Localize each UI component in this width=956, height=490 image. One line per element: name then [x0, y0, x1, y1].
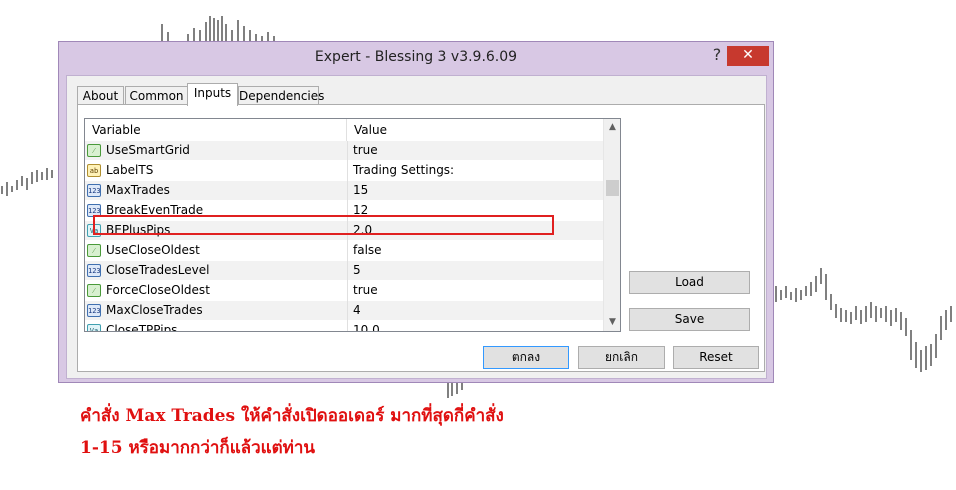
variable-name: CloseTradesLevel	[106, 263, 210, 277]
grid-row-usesmartgrid[interactable]: ⁄ UseSmartGrid true	[85, 141, 603, 161]
integer-icon: 123	[87, 304, 101, 317]
bool-icon: ⁄	[87, 284, 101, 297]
variable-name: UseCloseOldest	[106, 243, 200, 257]
variable-name: ForceCloseOldest	[106, 283, 210, 297]
variable-value[interactable]: 4	[353, 303, 361, 317]
column-header-value[interactable]: Value	[347, 119, 603, 141]
grid-row-forcecloseoldest[interactable]: ⁄ ForceCloseOldest true	[85, 281, 603, 301]
scroll-down-icon[interactable]: ▼	[604, 314, 620, 331]
grid-header: Variable Value	[85, 119, 603, 142]
variable-value[interactable]: false	[353, 243, 382, 257]
scroll-up-icon[interactable]: ▲	[604, 119, 620, 136]
chart-candles-right	[775, 268, 952, 372]
variable-value[interactable]: Trading Settings:	[353, 163, 454, 177]
column-separator	[347, 321, 348, 331]
integer-icon: 123	[87, 184, 101, 197]
column-separator	[347, 281, 348, 301]
vertical-scrollbar[interactable]: ▲ ▼	[603, 119, 620, 331]
variable-value[interactable]: true	[353, 143, 378, 157]
column-separator	[347, 301, 348, 321]
column-header-variable[interactable]: Variable	[85, 119, 347, 141]
reset-button[interactable]: Reset	[673, 346, 759, 369]
load-button[interactable]: Load	[629, 271, 750, 294]
ok-button[interactable]: ตกลง	[483, 346, 569, 369]
tab-common[interactable]: Common	[125, 86, 188, 105]
bool-icon: ⁄	[87, 144, 101, 157]
integer-icon: 123	[87, 264, 101, 277]
column-separator	[347, 261, 348, 281]
expert-properties-dialog: Expert - Blessing 3 v3.9.6.09 ? ✕ About …	[58, 41, 774, 383]
window-title: Expert - Blessing 3 v3.9.6.09	[314, 49, 518, 65]
chart-candles-top	[161, 16, 275, 41]
variable-name: MaxTrades	[106, 183, 170, 197]
chart-candles-bottom	[447, 383, 463, 398]
column-separator	[347, 141, 348, 161]
tab-about[interactable]: About	[77, 86, 124, 105]
grid-row-closetradeslevel[interactable]: 123 CloseTradesLevel 5	[85, 261, 603, 281]
variable-name: MaxCloseTrades	[106, 303, 203, 317]
column-separator	[347, 181, 348, 201]
variable-value[interactable]: 5	[353, 263, 361, 277]
cancel-button[interactable]: ยกเลิก	[578, 346, 665, 369]
caption-line-1: คำสั่ง Max Trades ให้คำสั่งเปิดออเดอร์ ม…	[80, 406, 504, 426]
variable-name: CloseTPPips	[106, 323, 178, 332]
title-bar[interactable]: Expert - Blessing 3 v3.9.6.09 ? ✕	[59, 42, 773, 74]
grid-row-maxclosetrades[interactable]: 123 MaxCloseTrades 4	[85, 301, 603, 321]
maxtrades-highlight-box	[93, 215, 554, 235]
tab-inputs[interactable]: Inputs	[187, 83, 238, 106]
variable-name: UseSmartGrid	[106, 143, 190, 157]
column-separator	[347, 161, 348, 181]
variable-value[interactable]: 10.0	[353, 323, 380, 331]
double-icon: Va	[87, 324, 101, 331]
column-separator	[347, 241, 348, 261]
variable-value[interactable]: 15	[353, 183, 368, 197]
variable-name: LabelTS	[106, 163, 154, 177]
chart-candles-left	[1, 168, 53, 196]
grid-row-closetppips[interactable]: Va CloseTPPips 10.0	[85, 321, 603, 332]
bool-icon: ⁄	[87, 244, 101, 257]
string-icon: ab	[87, 164, 101, 177]
grid-row-usecloseoldest[interactable]: ⁄ UseCloseOldest false	[85, 241, 603, 261]
variable-value[interactable]: true	[353, 283, 378, 297]
scroll-thumb[interactable]	[606, 180, 619, 196]
caption-line-2: 1-15 หรือมากกว่าก็แล้วแต่ท่าน	[80, 438, 316, 458]
grid-row-maxtrades[interactable]: 123 MaxTrades 15	[85, 181, 603, 201]
dialog-client-area: About Common Inputs Dependencies Variabl…	[66, 75, 767, 379]
tab-dependencies[interactable]: Dependencies	[238, 86, 324, 105]
grid-row-labelts[interactable]: ab LabelTS Trading Settings:	[85, 161, 603, 181]
save-button[interactable]: Save	[629, 308, 750, 331]
close-button[interactable]: ✕	[727, 46, 769, 66]
